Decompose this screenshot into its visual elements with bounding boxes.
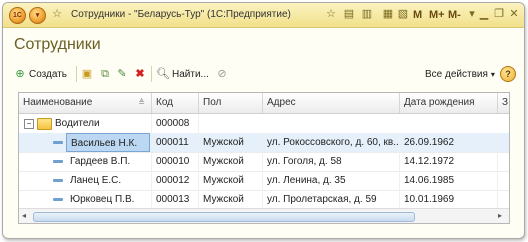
employee-name: Васильев Н.К. [66, 133, 150, 152]
employee-code: 000011 [152, 133, 199, 152]
chevron-down-icon: ▾ [490, 69, 495, 79]
restore-icon[interactable]: ❐ [492, 7, 506, 21]
employees-table: Наименование ≜ Код Пол Адрес Дата рожден… [18, 92, 510, 224]
application-window: 1С ▾ ☆ Сотрудники - "Беларусь-Тур" (1С:П… [2, 2, 525, 239]
delete-mark-icon: ✖ [135, 68, 145, 80]
plus-circle-icon: ⊕ [15, 68, 25, 80]
cancel-search-icon: ⊘ [217, 68, 227, 80]
item-icon [53, 198, 63, 201]
menu-arrow-icon[interactable]: ▾ [29, 7, 46, 24]
employee-address: ул. Ленина, д. 35 [263, 171, 400, 190]
table-row[interactable]: Ланец Е.С. 000012 Мужской ул. Ленина, д.… [19, 171, 509, 191]
item-icon [53, 160, 63, 163]
scroll-right-icon[interactable]: ▸ [498, 211, 502, 220]
item-icon [53, 141, 63, 144]
employee-birth-date: 14.06.1985 [400, 171, 498, 190]
calculator-icon[interactable]: ▧ [396, 7, 410, 21]
search-icon: 🔍︎ [156, 68, 170, 80]
all-actions-label: Все действия [425, 68, 488, 80]
expand-minus-icon[interactable]: − [24, 119, 34, 129]
help-button[interactable]: ? [500, 66, 516, 82]
employee-birth-date: 26.09.1962 [400, 133, 498, 152]
calendar-icon[interactable]: ▦ [381, 7, 395, 21]
toolbar-divider [151, 66, 152, 82]
save-icon[interactable]: ▥ [360, 7, 374, 21]
create-button-label: Создать [29, 68, 68, 80]
employee-address: ул. Гоголя, д. 58 [263, 152, 400, 171]
employee-address: ул. Пролетарская, д. 59 [263, 190, 400, 209]
employee-gender: Мужской [199, 152, 263, 171]
all-actions-button[interactable]: Все действия ▾ [425, 65, 495, 83]
m-plus-button[interactable]: M+ [429, 7, 445, 23]
table-group-row[interactable]: − Водители 000008 [19, 114, 509, 134]
employee-code: 000013 [152, 190, 199, 209]
employee-name: Юрковец П.В. [66, 190, 152, 209]
horizontal-scrollbar[interactable]: ◂ ▸ [19, 208, 509, 223]
minimize-icon[interactable]: ▁ [477, 7, 491, 21]
scrollbar-thumb[interactable] [33, 212, 415, 222]
column-header-birth-date[interactable]: Дата рождения [400, 93, 498, 113]
edit-button[interactable]: ✎ [115, 65, 129, 83]
toolbar-divider [76, 66, 77, 82]
column-header-extra[interactable]: З [498, 93, 509, 113]
m-minus-button[interactable]: M- [448, 7, 461, 23]
employee-birth-date: 14.12.1972 [400, 152, 498, 171]
page-title: Сотрудники [14, 36, 101, 53]
m-button[interactable]: M [413, 7, 422, 23]
employee-gender: Мужской [199, 133, 263, 152]
column-header-name[interactable]: Наименование ≜ [19, 93, 152, 113]
employee-name: Ланец Е.С. [66, 171, 152, 190]
close-icon[interactable]: ✕ [507, 7, 521, 21]
item-icon [53, 179, 63, 182]
find-button-label: Найти... [172, 68, 209, 80]
toolbar: ⊕ Создать ▣ ⧉ ✎ ✖ 🔍︎ Найти... ⊘ Все дейс… [3, 60, 524, 88]
find-button[interactable]: 🔍︎ Найти... [156, 65, 209, 83]
employee-code: 000012 [152, 171, 199, 190]
employee-code: 000010 [152, 152, 199, 171]
title-bar: 1С ▾ ☆ Сотрудники - "Беларусь-Тур" (1С:П… [3, 3, 524, 28]
column-header-address[interactable]: Адрес [263, 93, 400, 113]
table-row[interactable]: Юрковец П.В. 000013 Мужской ул. Пролетар… [19, 190, 509, 210]
copy-button[interactable]: ⧉ [98, 65, 112, 83]
window-title: Сотрудники - "Беларусь-Тур" (1С:Предприя… [71, 9, 291, 20]
copy-icon: ⧉ [101, 68, 109, 80]
cancel-search-button[interactable]: ⊘ [215, 65, 229, 83]
table-header: Наименование ≜ Код Пол Адрес Дата рожден… [19, 93, 509, 114]
scroll-left-icon[interactable]: ◂ [22, 211, 26, 220]
pencil-icon: ✎ [117, 68, 127, 80]
column-header-gender[interactable]: Пол [199, 93, 263, 113]
employee-gender: Мужской [199, 171, 263, 190]
star-icon[interactable]: ☆ [50, 7, 64, 21]
employee-name: Гардеев В.П. [66, 152, 152, 171]
folder-icon [37, 118, 52, 130]
delete-button[interactable]: ✖ [133, 65, 147, 83]
print-icon[interactable]: ▤ [342, 7, 356, 21]
page-header: Сотрудники [3, 28, 524, 60]
sort-icon: ≜ [138, 98, 145, 107]
employee-address: ул. Рокоссовского, д. 60, кв.... [263, 133, 400, 152]
group-code: 000008 [152, 114, 199, 133]
table-row[interactable]: Васильев Н.К. 000011 Мужской ул. Рокоссо… [19, 133, 509, 153]
column-header-code[interactable]: Код [152, 93, 199, 113]
app-logo-icon[interactable]: 1С [9, 7, 26, 24]
favorites-star-icon[interactable]: ☆ [324, 7, 338, 21]
employee-gender: Мужской [199, 190, 263, 209]
create-button[interactable]: ⊕ Создать [13, 65, 67, 83]
add-group-button[interactable]: ▣ [80, 65, 94, 83]
employee-birth-date: 10.01.1969 [400, 190, 498, 209]
table-row[interactable]: Гардеев В.П. 000010 Мужской ул. Гоголя, … [19, 152, 509, 172]
group-name: Водители [51, 114, 152, 133]
add-folder-icon: ▣ [81, 68, 93, 80]
